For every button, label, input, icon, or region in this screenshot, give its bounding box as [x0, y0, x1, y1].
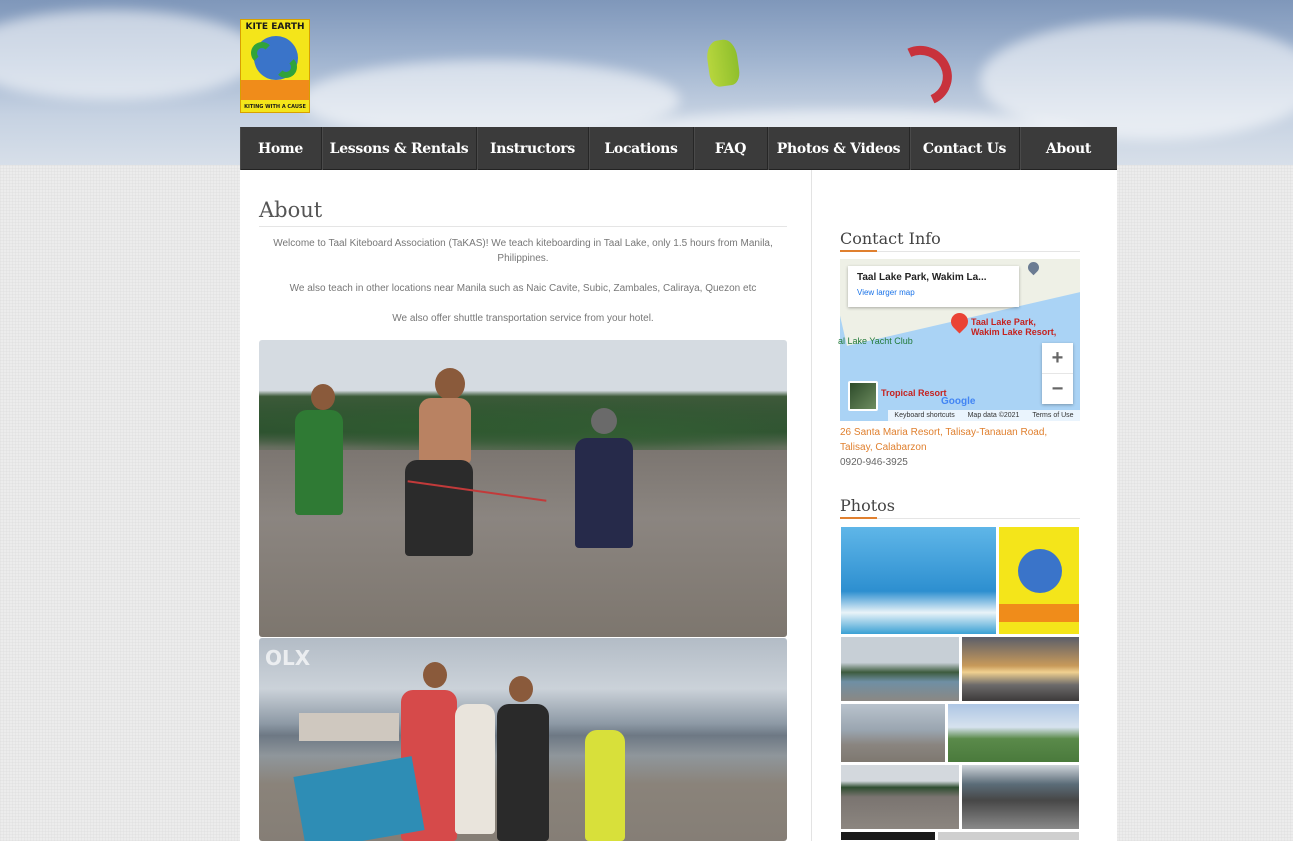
- person-head: [509, 676, 533, 702]
- nav-contact-us[interactable]: Contact Us: [910, 127, 1020, 170]
- site-logo[interactable]: KITE EARTH KITING WITH A CAUSE: [240, 19, 310, 113]
- recycle-arrow-icon: [275, 56, 297, 78]
- building: [299, 713, 399, 741]
- olx-watermark: OLX: [265, 646, 311, 670]
- title-divider: [259, 226, 787, 227]
- photo-thumbnail-sunset[interactable]: [961, 636, 1080, 702]
- marker-label-line: Wakim Lake Resort,: [971, 327, 1057, 337]
- satellite-toggle[interactable]: [848, 381, 878, 411]
- board-shorts: [405, 460, 473, 556]
- helmet: [591, 408, 617, 434]
- address-link[interactable]: 26 Santa Maria Resort, Talisay-Tanauan R…: [840, 425, 1080, 455]
- person-shirtless: [419, 398, 471, 463]
- intro-paragraph: Welcome to Taal Kiteboard Association (T…: [273, 238, 773, 264]
- logo-sunset: [999, 604, 1079, 622]
- photo-thumbnail-logo[interactable]: [998, 526, 1080, 635]
- heading-accent: [840, 517, 877, 519]
- marker-label-line: Taal Lake Park,: [971, 317, 1036, 327]
- view-larger-map-link[interactable]: View larger map: [857, 288, 1010, 297]
- photo-thumbnail-lesson[interactable]: [840, 764, 960, 830]
- map-marker-label: Taal Lake Park, Wakim Lake Resort,: [971, 317, 1056, 337]
- heading-accent: [840, 250, 877, 252]
- photo-thumbnail-gray[interactable]: [937, 831, 1080, 841]
- page-title: About: [259, 198, 323, 222]
- keyboard-shortcuts-link[interactable]: Keyboard shortcuts: [894, 412, 954, 419]
- photo-thumbnail-field[interactable]: [947, 703, 1080, 763]
- map-data-credit: Map data ©2021: [967, 412, 1020, 419]
- zoom-in-button[interactable]: +: [1042, 343, 1073, 373]
- nav-instructors[interactable]: Instructors: [477, 127, 589, 170]
- lesson-photo: [259, 340, 787, 637]
- nav-lessons-rentals[interactable]: Lessons & Rentals: [322, 127, 477, 170]
- person-holding-board: [497, 704, 549, 841]
- nav-home[interactable]: Home: [240, 127, 322, 170]
- kite-green: [704, 38, 742, 88]
- photo-thumbnail-group[interactable]: [840, 703, 946, 763]
- nav-photos-videos[interactable]: Photos & Videos: [768, 127, 910, 170]
- terms-link[interactable]: Terms of Use: [1032, 412, 1073, 419]
- nav-about[interactable]: About: [1020, 127, 1117, 170]
- logo-top-text: KITE EARTH: [245, 22, 305, 32]
- map-footer: Keyboard shortcuts Map data ©2021 Terms …: [888, 410, 1080, 421]
- person-head: [311, 384, 335, 410]
- photos-heading: Photos: [840, 496, 895, 515]
- contact-info-heading: Contact Info: [840, 229, 941, 248]
- photo-thumbnail-shore[interactable]: [840, 636, 960, 702]
- recycle-arrow-icon: [251, 42, 273, 64]
- nav-locations[interactable]: Locations: [589, 127, 694, 170]
- person-wetsuit: [575, 438, 633, 548]
- intro-paragraph: We also offer shuttle transportation ser…: [392, 313, 654, 324]
- person-head: [435, 368, 465, 400]
- intro-paragraph: We also teach in other locations near Ma…: [289, 283, 757, 294]
- yacht-club-label: al Lake Yacht Club: [838, 336, 913, 346]
- kite-red: [881, 37, 961, 115]
- group-photo: OLX: [259, 638, 787, 841]
- google-logo: Google: [941, 396, 976, 407]
- cloud: [0, 10, 260, 100]
- nav-faq[interactable]: FAQ: [694, 127, 768, 170]
- zoom-out-button[interactable]: −: [1042, 374, 1073, 404]
- photo-thumbnail-beach[interactable]: [961, 764, 1080, 830]
- photo-thumbnail-kitesurfer[interactable]: [840, 526, 997, 635]
- phone-number: 0920-946-3925: [840, 457, 908, 468]
- map-info-card: Taal Lake Park, Wakim La... View larger …: [848, 266, 1019, 307]
- map-zoom-control: + −: [1042, 343, 1073, 404]
- person-white-dress: [455, 704, 495, 834]
- photo-thumbnail-dark[interactable]: [840, 831, 936, 841]
- main-nav: Home Lessons & Rentals Instructors Locat…: [240, 127, 1117, 170]
- logo-sunset: [241, 80, 309, 100]
- person-yellow-shirt: [585, 730, 625, 841]
- person-green-jersey: [295, 410, 343, 515]
- logo-bottom-text: KITING WITH A CAUSE: [244, 104, 306, 110]
- tropical-resort-label: Tropical Resort: [881, 388, 947, 398]
- logo-globe-icon: [1018, 549, 1062, 593]
- map-place-title: Taal Lake Park, Wakim La...: [857, 272, 987, 283]
- person-head: [423, 662, 447, 688]
- kite-canopy: [293, 756, 425, 841]
